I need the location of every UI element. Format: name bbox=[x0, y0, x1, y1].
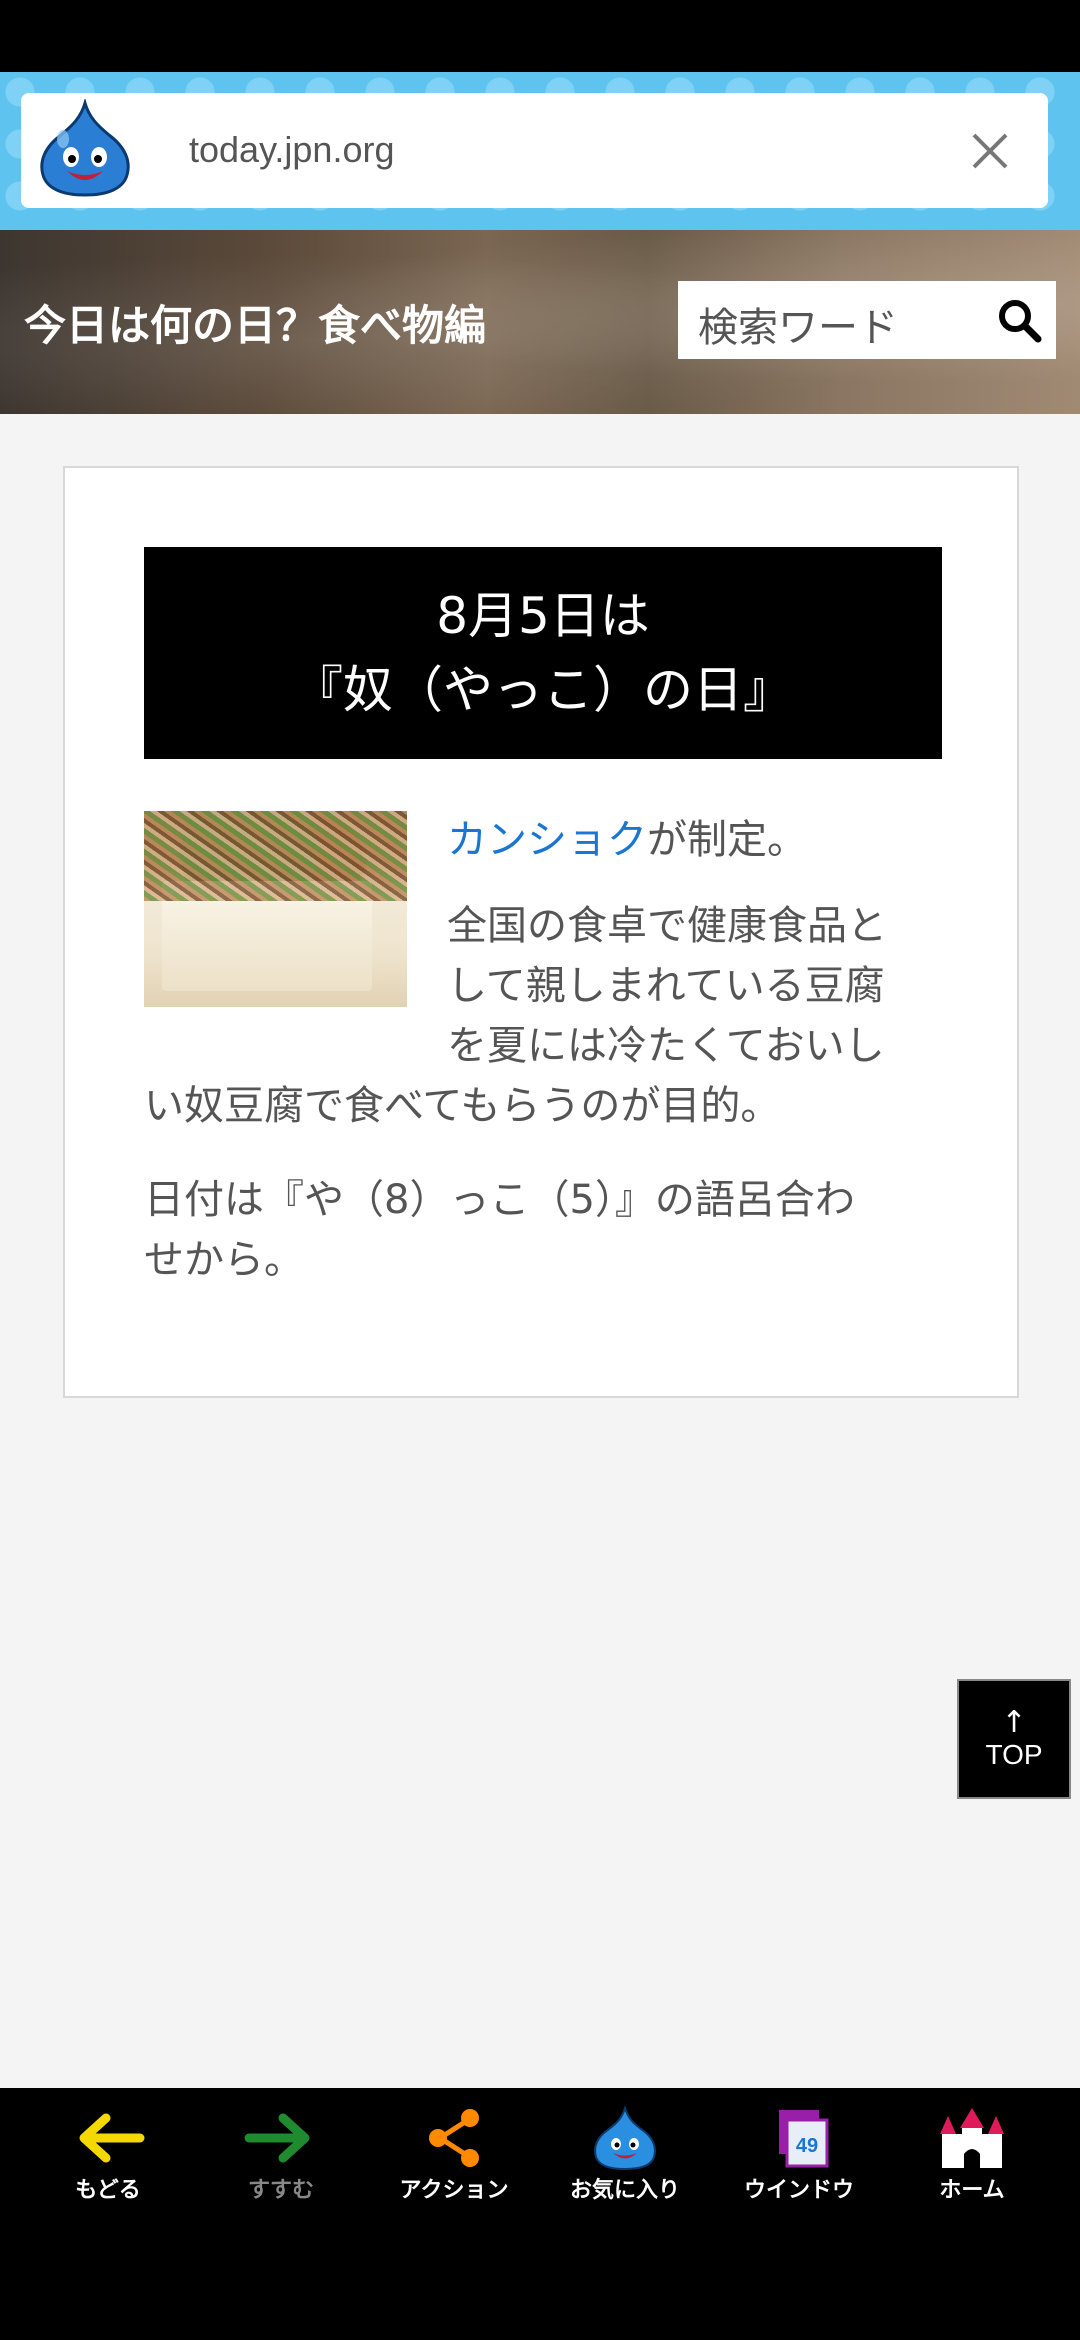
site-header: 今日は何の日？食べ物編 検索ワード bbox=[0, 230, 1080, 414]
forward-arrow-icon bbox=[244, 2113, 310, 2163]
search-icon[interactable] bbox=[996, 297, 1042, 343]
nav-back[interactable]: もどる bbox=[28, 2106, 188, 2206]
url-box[interactable]: today.jpn.org bbox=[21, 93, 1048, 208]
maker-link[interactable]: カンショク bbox=[447, 817, 647, 863]
nav-window[interactable]: 49 ウインドウ bbox=[719, 2106, 879, 2206]
date-line-1: 日付は『や（8）っこ（5）』の語呂合わ bbox=[144, 1177, 855, 1223]
nav-forward-label: すすむ bbox=[247, 2178, 314, 2203]
arrow-up-icon: ↑ bbox=[1001, 1705, 1027, 1740]
nav-back-label: もどる bbox=[75, 2178, 141, 2203]
nav-action[interactable]: アクション bbox=[374, 2106, 534, 2206]
maker-suffix: が制定。 bbox=[647, 817, 807, 863]
purpose-line-2: して親しまれている豆腐 bbox=[447, 963, 885, 1009]
date-paragraph: 日付は『や（8）っこ（5）』の語呂合わ せから。 bbox=[144, 1170, 944, 1290]
title-line-name: 『奴（やっこ）の日』 bbox=[293, 661, 793, 719]
slime-favorites-icon bbox=[594, 2106, 656, 2170]
nav-action-label: アクション bbox=[399, 2178, 509, 2203]
site-title[interactable]: 今日は何の日？食べ物編 bbox=[24, 292, 486, 353]
purpose-line-4: い奴豆腐で食べてもらうのが目的。 bbox=[144, 1083, 781, 1129]
search-placeholder: 検索ワード bbox=[698, 305, 898, 351]
slime-logo-icon[interactable] bbox=[35, 99, 135, 199]
share-icon bbox=[429, 2109, 479, 2167]
article-card: 8月5日は 『奴（やっこ）の日』 カンショクが制定。 全国の食卓で健康食品と し… bbox=[63, 466, 1019, 1398]
scroll-top-button[interactable]: ↑ TOP bbox=[957, 1679, 1071, 1799]
status-bar bbox=[0, 0, 1080, 72]
url-bar-area: today.jpn.org bbox=[0, 72, 1080, 230]
top-label: TOP bbox=[985, 1739, 1043, 1770]
article-title: 8月5日は 『奴（やっこ）の日』 bbox=[144, 547, 942, 759]
title-line-date: 8月5日は bbox=[436, 587, 650, 645]
window-tabs-icon: 49 bbox=[779, 2110, 829, 2168]
nav-favorites-label: お気に入り bbox=[569, 2178, 680, 2203]
nav-home[interactable]: ホーム bbox=[892, 2106, 1052, 2206]
close-icon[interactable] bbox=[960, 121, 1020, 181]
maker-paragraph: カンショクが制定。 bbox=[447, 810, 807, 870]
nav-home-label: ホーム bbox=[939, 2178, 1005, 2203]
back-arrow-icon bbox=[79, 2113, 145, 2163]
purpose-paragraph: 全国の食卓で健康食品と して親しまれている豆腐 を夏には冷たくておいし い奴豆腐… bbox=[144, 896, 944, 1136]
date-line-2: せから。 bbox=[144, 1237, 304, 1283]
bottom-nav: もどる すすむ アクション お気に入り 49 ウインドウ ホーム bbox=[0, 2088, 1080, 2340]
window-count: 49 bbox=[796, 2135, 818, 2157]
nav-forward[interactable]: すすむ bbox=[201, 2106, 361, 2206]
castle-home-icon bbox=[940, 2108, 1004, 2168]
url-text[interactable]: today.jpn.org bbox=[189, 129, 394, 171]
purpose-line-3: を夏には冷たくておいし bbox=[447, 1023, 885, 1069]
purpose-line-1: 全国の食卓で健康食品と bbox=[447, 903, 887, 949]
nav-favorites[interactable]: お気に入り bbox=[545, 2106, 705, 2206]
search-input[interactable]: 検索ワード bbox=[678, 281, 1056, 359]
nav-window-label: ウインドウ bbox=[743, 2178, 854, 2203]
